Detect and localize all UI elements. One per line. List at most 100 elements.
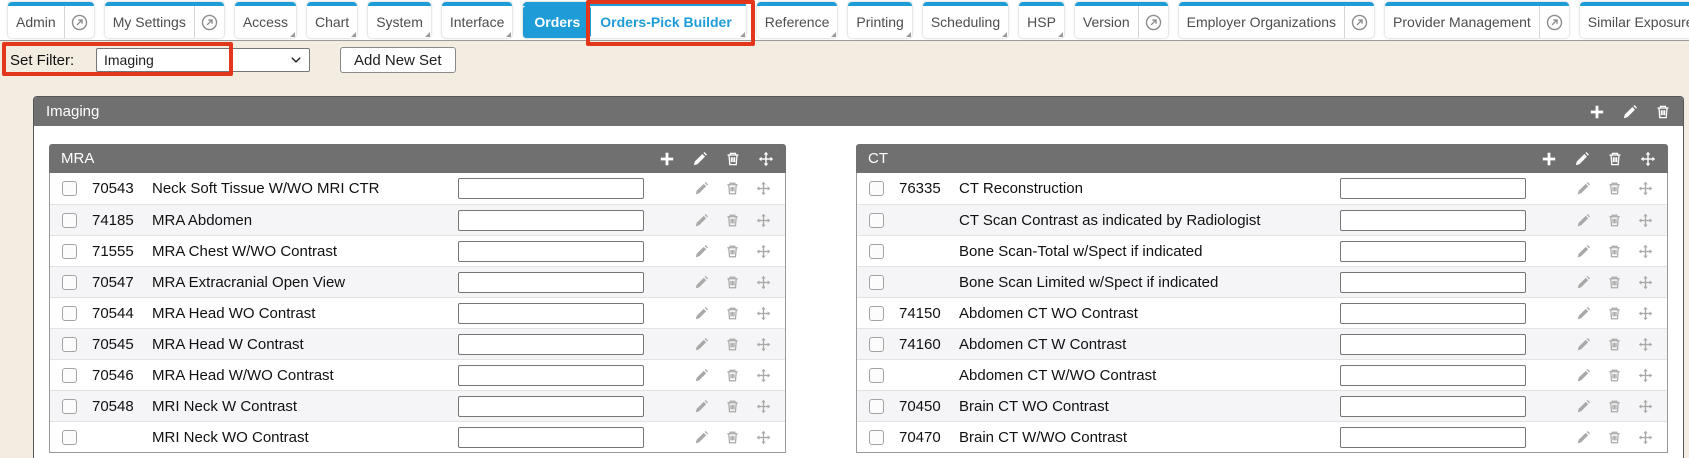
tab-scheduling[interactable]: Scheduling [923,2,1008,38]
set-filter-select[interactable]: Imaging [96,48,310,72]
delete-icon[interactable] [725,213,740,228]
move-icon[interactable] [756,399,771,414]
row-text-input[interactable] [1340,396,1526,417]
edit-icon[interactable] [1576,337,1591,352]
delete-icon[interactable] [1607,213,1622,228]
move-icon[interactable] [756,275,771,290]
row-text-input[interactable] [1340,365,1526,386]
row-checkbox[interactable] [62,399,77,414]
delete-icon[interactable] [1607,275,1622,290]
delete-icon[interactable] [725,306,740,321]
delete-icon[interactable] [725,181,740,196]
row-text-input[interactable] [1340,303,1526,324]
tab-reference[interactable]: Reference [757,2,838,38]
edit-icon[interactable] [694,399,709,414]
row-checkbox[interactable] [869,181,884,196]
row-checkbox[interactable] [62,275,77,290]
tab-my-settings[interactable]: My Settings [105,2,224,38]
edit-icon[interactable] [1576,399,1591,414]
tab-chart[interactable]: Chart [307,2,357,38]
move-icon[interactable] [756,337,771,352]
move-icon[interactable] [1638,337,1653,352]
external-link-icon[interactable] [1344,6,1374,38]
row-text-input[interactable] [458,210,644,231]
edit-icon[interactable] [694,337,709,352]
row-checkbox[interactable] [869,275,884,290]
external-link-icon[interactable] [1138,6,1168,38]
add-icon[interactable] [1589,104,1605,120]
row-checkbox[interactable] [869,244,884,259]
move-icon[interactable] [1638,430,1653,445]
tab-interface[interactable]: Interface [442,2,512,38]
edit-icon[interactable] [1576,275,1591,290]
delete-icon[interactable] [725,275,740,290]
row-text-input[interactable] [458,272,644,293]
row-text-input[interactable] [1340,272,1526,293]
row-checkbox[interactable] [869,368,884,383]
edit-icon[interactable] [1576,181,1591,196]
move-icon[interactable] [756,368,771,383]
add-icon[interactable] [1541,151,1557,167]
row-text-input[interactable] [458,334,644,355]
row-checkbox[interactable] [62,430,77,445]
tab-printing[interactable]: Printing [848,2,911,38]
row-text-input[interactable] [1340,178,1526,199]
row-checkbox[interactable] [869,399,884,414]
edit-icon[interactable] [1576,244,1591,259]
edit-icon[interactable] [692,151,708,167]
move-icon[interactable] [756,306,771,321]
move-icon[interactable] [756,430,771,445]
tab-access[interactable]: Access [235,2,296,38]
row-checkbox[interactable] [869,306,884,321]
row-checkbox[interactable] [869,430,884,445]
move-icon[interactable] [756,181,771,196]
row-text-input[interactable] [458,178,644,199]
delete-icon[interactable] [1607,244,1622,259]
row-checkbox[interactable] [869,337,884,352]
row-checkbox[interactable] [62,244,77,259]
edit-icon[interactable] [694,181,709,196]
delete-icon[interactable] [1607,181,1622,196]
add-icon[interactable] [659,151,675,167]
move-icon[interactable] [756,244,771,259]
edit-icon[interactable] [1576,430,1591,445]
row-text-input[interactable] [458,396,644,417]
delete-icon[interactable] [1607,151,1623,167]
edit-icon[interactable] [694,306,709,321]
move-icon[interactable] [1638,275,1653,290]
delete-icon[interactable] [1607,337,1622,352]
delete-icon[interactable] [1607,368,1622,383]
row-text-input[interactable] [458,427,644,448]
delete-icon[interactable] [725,244,740,259]
row-text-input[interactable] [1340,210,1526,231]
edit-icon[interactable] [694,368,709,383]
move-icon[interactable] [1638,368,1653,383]
move-icon[interactable] [1638,399,1653,414]
row-checkbox[interactable] [869,213,884,228]
edit-icon[interactable] [694,213,709,228]
move-icon[interactable] [1638,244,1653,259]
delete-icon[interactable] [725,337,740,352]
delete-icon[interactable] [1607,430,1622,445]
move-icon[interactable] [1638,181,1653,196]
delete-icon[interactable] [725,430,740,445]
add-new-set-button[interactable]: Add New Set [340,47,456,73]
move-icon[interactable] [1638,213,1653,228]
move-icon[interactable] [1638,306,1653,321]
row-text-input[interactable] [1340,427,1526,448]
row-checkbox[interactable] [62,181,77,196]
move-icon[interactable] [756,213,771,228]
row-checkbox[interactable] [62,213,77,228]
edit-icon[interactable] [694,430,709,445]
row-text-input[interactable] [458,365,644,386]
row-text-input[interactable] [1340,241,1526,262]
edit-icon[interactable] [1576,306,1591,321]
external-link-icon[interactable] [1539,6,1569,38]
row-checkbox[interactable] [62,337,77,352]
tab-orders-pick-builder[interactable]: Orders-Pick Builder [591,6,746,38]
edit-icon[interactable] [1622,104,1638,120]
move-icon[interactable] [1640,151,1656,167]
tab-orders-active-segment[interactable]: Orders [523,6,591,38]
row-text-input[interactable] [458,303,644,324]
tab-similar-exposure-groups-segs[interactable]: Similar Exposure Groups (SEGs) [1580,2,1689,38]
